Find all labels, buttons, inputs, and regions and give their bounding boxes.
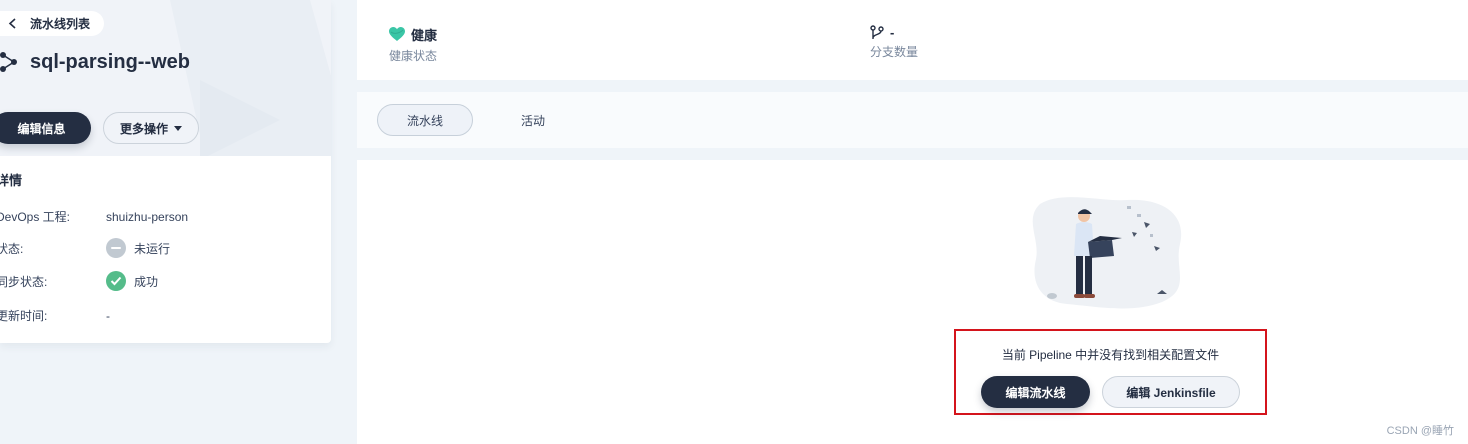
detail-value: 成功 [134,274,159,289]
detail-row-status: 状态: 未运行 [0,238,170,258]
watermark: CSDN @睡竹 [1386,425,1454,437]
health-stat: 健康 健康状态 [389,25,437,64]
chevron-left-icon [8,18,16,29]
empty-state-highlight: 当前 Pipeline 中并没有找到相关配置文件 编辑流水线 编辑 Jenkin… [954,329,1267,415]
pipeline-title-row: sql-parsing--web [0,49,190,75]
not-run-status-icon [106,238,126,258]
back-to-pipeline-list-button[interactable]: 流水线列表 [0,11,105,36]
branch-count-label: 分支数量 [870,45,919,59]
edit-pipeline-button[interactable]: 编辑流水线 [981,376,1090,408]
pipeline-icon [0,52,17,72]
branch-icon [870,25,884,39]
branch-count-stat: - 分支数量 [870,25,918,60]
detail-key: DevOps 工程: [0,210,71,224]
edit-jenkinsfile-button[interactable]: 编辑 Jenkinsfile [1102,376,1240,408]
page-title: sql-parsing--web [30,50,191,73]
edit-info-button[interactable]: 编辑信息 [0,112,91,144]
more-actions-label: 更多操作 [119,121,168,136]
detail-value: 未运行 [134,241,171,256]
detail-value: - [106,308,110,323]
branch-count-value: - [890,25,895,40]
detail-value: shuizhu-person [106,209,189,224]
detail-key: 同步状态: [0,274,48,289]
details-heading: 详情 [0,173,23,188]
pipeline-stats-bar: 健康 健康状态 - 分支数量 [357,0,1468,80]
sidebar-header: 流水线列表 sql-parsing--web 编辑信息 更多操作 [0,0,331,156]
detail-row-sync-status: 同步状态: 成功 [0,271,158,291]
tab-bar: 流水线 活动 [357,92,1468,148]
detail-row-devops-project: DevOps 工程: shuizhu-person [0,208,188,225]
tab-pipeline[interactable]: 流水线 [377,104,473,136]
pipeline-content: 当前 Pipeline 中并没有找到相关配置文件 编辑流水线 编辑 Jenkin… [357,160,1468,444]
health-label: 健康状态 [389,49,438,63]
empty-state-message: 当前 Pipeline 中并没有找到相关配置文件 [1001,348,1220,362]
detail-key: 状态: [0,241,24,256]
health-value: 健康 [411,28,438,43]
tab-activity[interactable]: 活动 [485,104,581,136]
detail-key: 更新时间: [0,309,48,323]
caret-down-icon [174,125,182,131]
more-actions-button[interactable]: 更多操作 [103,112,199,144]
back-label: 流水线列表 [30,17,91,31]
empty-state-illustration [1032,197,1182,309]
success-check-icon [106,271,126,291]
heart-icon [389,27,405,41]
detail-row-updated-time: 更新时间: - [0,307,110,324]
pipeline-sidebar: 流水线列表 sql-parsing--web 编辑信息 更多操作 详情 DevO… [0,0,331,343]
